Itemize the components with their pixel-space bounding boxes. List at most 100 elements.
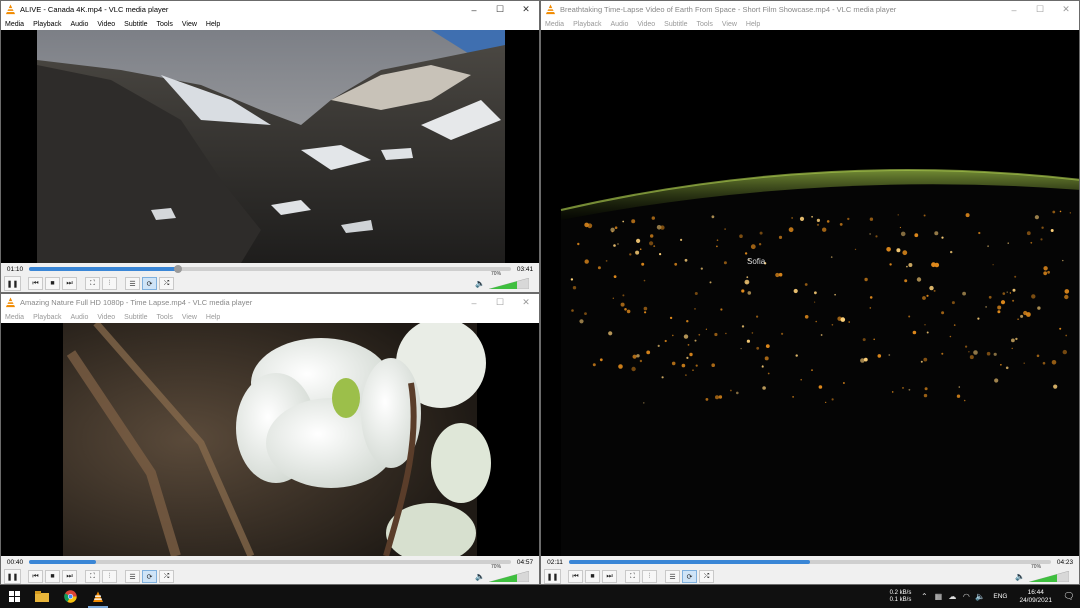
clock[interactable]: 16:44 24/09/2021 [1019, 589, 1052, 605]
volume-control[interactable]: 🔈 70% [475, 564, 529, 582]
next-button[interactable]: ⏭ [62, 277, 77, 290]
volume-slider[interactable] [489, 278, 529, 289]
menu-playback[interactable]: Playback [33, 314, 61, 321]
menu-view[interactable]: View [722, 21, 737, 28]
stop-button[interactable]: ■ [45, 277, 60, 290]
playlist-button[interactable]: ☰ [125, 277, 140, 290]
seek-bar[interactable] [569, 560, 1051, 564]
previous-button[interactable]: ⏮ [28, 570, 43, 583]
maximize-button[interactable]: ☐ [1027, 1, 1053, 18]
menu-video[interactable]: Video [97, 314, 115, 321]
menu-media[interactable]: Media [545, 21, 564, 28]
pause-button[interactable]: ❚❚ [4, 276, 21, 291]
title-bar[interactable]: Breathtaking Time-Lapse Video of Earth F… [541, 1, 1079, 18]
menu-audio[interactable]: Audio [70, 21, 88, 28]
system-tray: 0.2 kB/s 0.1 kB/s ⌃ ▦ ☁ ◠ 🔈 ENG 16:44 24… [890, 585, 1080, 608]
menu-help[interactable]: Help [746, 21, 760, 28]
close-button[interactable]: ✕ [513, 1, 539, 18]
speaker-icon[interactable]: 🔈 [475, 572, 485, 581]
volume-control[interactable]: 🔈 70% [1015, 564, 1069, 582]
window-title: Amazing Nature Full HD 1080p - Time Laps… [20, 298, 253, 307]
menu-bar: Media Playback Audio Video Subtitle Tool… [1, 18, 539, 30]
loop-button[interactable]: ⟳ [682, 570, 697, 583]
menu-audio[interactable]: Audio [70, 314, 88, 321]
menu-tools[interactable]: Tools [157, 314, 173, 321]
random-button[interactable]: ⤮ [699, 570, 714, 583]
random-button[interactable]: ⤮ [159, 570, 174, 583]
previous-button[interactable]: ⏮ [568, 570, 583, 583]
speaker-icon[interactable]: 🔈 [1015, 572, 1025, 581]
random-button[interactable]: ⤮ [159, 277, 174, 290]
minimize-button[interactable]: – [461, 294, 487, 311]
menu-help[interactable]: Help [206, 314, 220, 321]
fullscreen-button[interactable]: ⛶ [85, 570, 100, 583]
volume-slider[interactable] [1029, 571, 1069, 582]
seek-bar[interactable] [29, 560, 511, 564]
chevron-up-icon[interactable]: ⌃ [917, 592, 931, 601]
window-title: ALIVE - Canada 4K.mp4 - VLC media player [20, 5, 169, 14]
previous-button[interactable]: ⏮ [28, 277, 43, 290]
menu-tools[interactable]: Tools [697, 21, 713, 28]
menu-view[interactable]: View [182, 21, 197, 28]
menu-subtitle[interactable]: Subtitle [124, 21, 147, 28]
pause-button[interactable]: ❚❚ [4, 569, 21, 584]
close-button[interactable]: ✕ [513, 294, 539, 311]
maximize-button[interactable]: ☐ [487, 294, 513, 311]
menu-subtitle[interactable]: Subtitle [124, 314, 147, 321]
menu-playback[interactable]: Playback [573, 21, 601, 28]
vlc-cone-icon [5, 297, 16, 308]
window-title: Breathtaking Time-Lapse Video of Earth F… [560, 5, 897, 14]
file-explorer-icon[interactable] [28, 585, 56, 608]
next-button[interactable]: ⏭ [62, 570, 77, 583]
chrome-icon[interactable] [56, 585, 84, 608]
playlist-button[interactable]: ☰ [125, 570, 140, 583]
menu-video[interactable]: Video [637, 21, 655, 28]
seek-bar[interactable] [29, 265, 511, 273]
extended-settings-button[interactable]: ⫶ [102, 277, 117, 290]
seek-row: 02:11 04:23 [541, 557, 1079, 567]
menu-subtitle[interactable]: Subtitle [664, 21, 687, 28]
seek-handle[interactable] [174, 265, 183, 273]
extended-settings-button[interactable]: ⫶ [102, 570, 117, 583]
next-button[interactable]: ⏭ [602, 570, 617, 583]
menu-video[interactable]: Video [97, 21, 115, 28]
menu-audio[interactable]: Audio [610, 21, 628, 28]
vlc-taskbar-icon[interactable] [84, 585, 112, 608]
notification-icon[interactable]: 🗨 [1058, 591, 1080, 602]
extended-settings-button[interactable]: ⫶ [642, 570, 657, 583]
volume-icon[interactable]: 🔈 [973, 592, 987, 601]
loop-button[interactable]: ⟳ [142, 570, 157, 583]
menu-help[interactable]: Help [206, 21, 220, 28]
volume-slider[interactable] [489, 571, 529, 582]
minimize-button[interactable]: – [461, 1, 487, 18]
total-time: 04:57 [516, 558, 534, 566]
language-indicator[interactable]: ENG [993, 593, 1007, 600]
windows-start-icon[interactable] [0, 585, 28, 608]
loop-button[interactable]: ⟳ [142, 277, 157, 290]
menu-media[interactable]: Media [5, 21, 24, 28]
playlist-button[interactable]: ☰ [665, 570, 680, 583]
video-area[interactable] [1, 30, 539, 263]
title-bar[interactable]: Amazing Nature Full HD 1080p - Time Laps… [1, 294, 539, 311]
menu-tools[interactable]: Tools [157, 21, 173, 28]
volume-control[interactable]: 🔈 70% [475, 271, 529, 289]
menu-view[interactable]: View [182, 314, 197, 321]
minimize-button[interactable]: – [1001, 1, 1027, 18]
fullscreen-button[interactable]: ⛶ [85, 277, 100, 290]
menu-playback[interactable]: Playback [33, 21, 61, 28]
security-icon[interactable]: ▦ [931, 592, 945, 601]
menu-media[interactable]: Media [5, 314, 24, 321]
video-area[interactable]: Sofia [541, 30, 1079, 556]
stop-button[interactable]: ■ [45, 570, 60, 583]
pause-button[interactable]: ❚❚ [544, 569, 561, 584]
close-button[interactable]: ✕ [1053, 1, 1079, 18]
elapsed-time: 02:11 [547, 558, 563, 566]
speaker-icon[interactable]: 🔈 [475, 279, 485, 288]
cloud-icon[interactable]: ☁ [945, 592, 959, 601]
video-area[interactable] [1, 323, 539, 556]
wifi-icon[interactable]: ◠ [959, 592, 973, 601]
stop-button[interactable]: ■ [585, 570, 600, 583]
maximize-button[interactable]: ☐ [487, 1, 513, 18]
title-bar[interactable]: ALIVE - Canada 4K.mp4 - VLC media player… [1, 1, 539, 18]
fullscreen-button[interactable]: ⛶ [625, 570, 640, 583]
